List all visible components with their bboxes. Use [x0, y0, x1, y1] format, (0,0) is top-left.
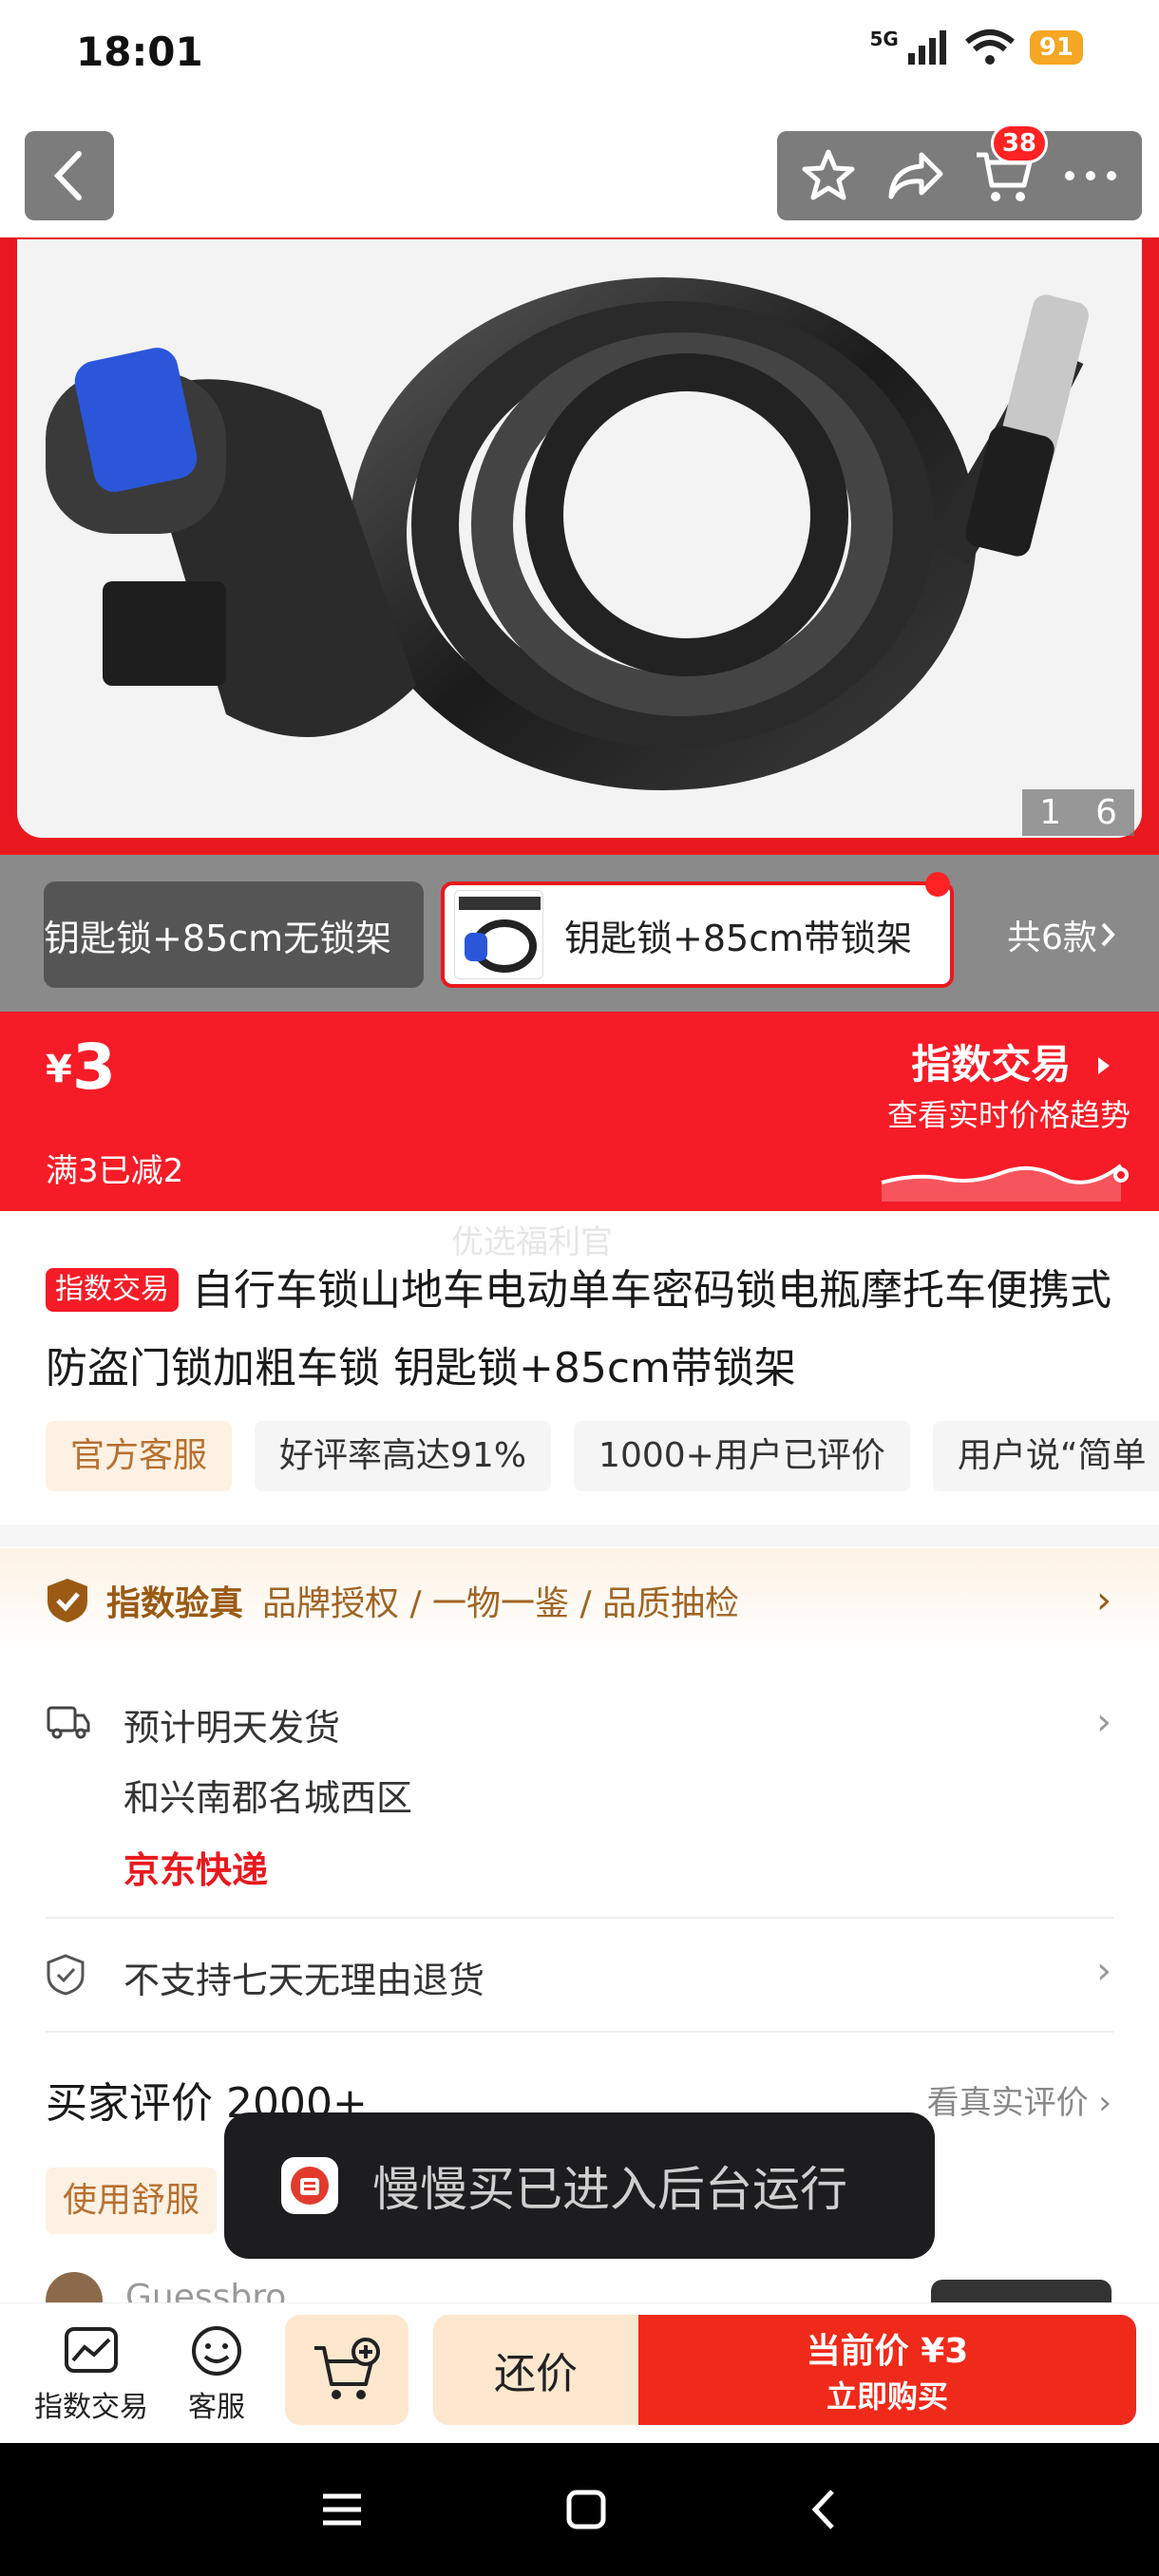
header-actions: 38	[777, 123, 1142, 220]
shipping-carrier: 京东快递	[124, 1849, 269, 1891]
truck-icon	[47, 1706, 90, 1739]
menu-icon[interactable]	[319, 2491, 365, 2529]
authenticity-row[interactable]: 指数验真 品牌授权 / 一物一鉴 / 品质抽检 ›	[0, 1548, 1159, 1653]
triangle-right-icon	[1098, 1057, 1110, 1074]
customer-service-label: 客服	[188, 2391, 245, 2424]
back-icon[interactable]	[808, 2488, 840, 2531]
price-banner: ¥ 3 满3已减2 指数交易 查看实时价格趋势	[0, 1012, 1159, 1211]
toast-text: 慢慢买已进入后台运行	[372, 2162, 847, 2217]
section-divider	[0, 1525, 1159, 1547]
product-image[interactable]	[17, 239, 1142, 838]
back-button[interactable]	[25, 131, 114, 220]
status-time: 18:01	[76, 28, 203, 75]
battery-indicator: 91	[1029, 30, 1083, 65]
shield-icon	[47, 1954, 85, 1996]
variant-more-label: 共6款	[1007, 919, 1097, 957]
bike-lock-image	[46, 277, 1089, 790]
index-trade-label: 指数交易	[34, 2391, 148, 2424]
product-image-gallery[interactable]: 1 6	[0, 237, 1159, 855]
variant-thumbnail-image	[459, 897, 541, 973]
highlight-chip[interactable]: 官方客服	[46, 1421, 233, 1491]
product-highlights: 官方客服 好评率高达91% 1000+用户已评价 用户说“简单	[46, 1421, 1159, 1491]
chevron-right-icon[interactable]: ›	[1096, 1949, 1112, 1993]
index-trade-tag: 指数交易	[46, 1268, 179, 1312]
image-counter-current: 1	[1022, 789, 1079, 836]
highlight-chip[interactable]: 用户说“简单	[932, 1421, 1159, 1491]
price-trend-link[interactable]: 查看实时价格趋势	[887, 1091, 1130, 1135]
more-icon	[1065, 171, 1116, 180]
authenticity-desc: 品牌授权 / 一物一鉴 / 品质抽检	[262, 1584, 740, 1623]
index-trade-link[interactable]: 指数交易	[911, 1032, 1113, 1090]
star-icon	[802, 149, 855, 200]
system-nav-bar	[0, 2443, 1159, 2576]
variant-option[interactable]: 钥匙锁+85cm无锁架	[44, 881, 424, 988]
product-title: 自行车锁山地车电动单车密码锁电瓶摩托车便携式防盗门锁加粗车锁 钥匙锁+85cm带…	[46, 1266, 1112, 1392]
index-trade-button[interactable]: 指数交易	[34, 2324, 148, 2425]
variant-option-selected[interactable]: 钥匙锁+85cm带锁架	[441, 872, 954, 988]
variant-thumbnail	[454, 890, 543, 979]
signal-icon	[907, 30, 946, 65]
app-logo-image	[291, 2167, 329, 2205]
price-trend-sparkline	[881, 1164, 1129, 1202]
highlight-chip[interactable]: 1000+用户已评价	[574, 1421, 910, 1491]
image-counter: 1 6	[1022, 789, 1134, 836]
cart-plus-icon	[314, 2338, 380, 2399]
share-button[interactable]	[881, 141, 951, 211]
chevron-right-icon[interactable]: ›	[1096, 1700, 1112, 1744]
variant-more-link[interactable]: 共6款	[1007, 881, 1118, 988]
buy-now-label: 立即购买	[826, 2378, 948, 2415]
wifi-icon	[964, 29, 1015, 65]
product-title-block: 指数交易 自行车锁山地车电动单车密码锁电瓶摩托车便携式防盗门锁加粗车锁 钥匙锁+8…	[46, 1252, 1129, 1408]
price-currency: ¥	[46, 1048, 72, 1091]
chevron-right-icon: ›	[1096, 1579, 1112, 1622]
app-logo-icon	[281, 2157, 338, 2214]
divider	[46, 1917, 1113, 1919]
shipping-address: 和兴南郡名城西区	[124, 1777, 413, 1819]
price-value: 3	[72, 1031, 116, 1104]
chevron-left-icon	[53, 151, 82, 200]
buy-now-button[interactable]: 当前价 ¥3 立即购买	[638, 2315, 1136, 2425]
favorite-button[interactable]	[793, 141, 864, 211]
view-reviews-label: 看真实评价	[926, 2084, 1089, 2122]
shield-check-icon	[48, 1579, 87, 1622]
view-reviews-link[interactable]: 看真实评价 ›	[927, 2076, 1112, 2123]
smile-icon	[192, 2326, 241, 2376]
bargain-button[interactable]: 还价	[433, 2315, 638, 2425]
status-icons: 5G 91	[869, 28, 1083, 66]
cart-count-badge: 38	[990, 123, 1048, 163]
authenticity-title: 指数验真	[106, 1584, 244, 1623]
variant-option-label: 钥匙锁+85cm带锁架	[564, 917, 913, 959]
index-trade-title: 指数交易	[911, 1041, 1072, 1088]
buy-now-price: 当前价 ¥3	[806, 2332, 969, 2371]
chart-icon	[65, 2327, 118, 2373]
shipping-estimate[interactable]: 预计明天发货	[124, 1698, 340, 1751]
network-label: 5G	[869, 28, 899, 50]
review-tag-chip[interactable]: 使用舒服	[46, 2168, 218, 2234]
customer-service-button[interactable]: 客服	[188, 2324, 245, 2425]
add-to-cart-button[interactable]	[285, 2315, 408, 2425]
home-icon[interactable]	[565, 2489, 607, 2530]
promo-text: 满3已减2	[46, 1152, 184, 1190]
cart-button[interactable]: 38	[968, 123, 1048, 211]
image-counter-total: 6	[1078, 789, 1134, 836]
more-button[interactable]	[1055, 141, 1126, 211]
highlight-chip[interactable]: 好评率高达91%	[255, 1421, 552, 1491]
chevron-right-icon	[1101, 922, 1115, 947]
chevron-right-icon: ›	[1098, 2084, 1112, 2122]
selected-dot	[925, 872, 950, 897]
variant-selector: 钥匙锁+85cm无锁架 钥匙锁+85cm带锁架 共6款	[0, 855, 1159, 1012]
toast-notification: 慢慢买已进入后台运行	[224, 2112, 935, 2259]
divider	[46, 2031, 1113, 2033]
status-bar: 18:01 5G 91	[0, 0, 1159, 114]
bottom-action-bar: 指数交易 客服 还价 当前价 ¥3 立即购买	[0, 2302, 1159, 2443]
share-icon	[888, 152, 943, 199]
return-policy[interactable]: 不支持七天无理由退货	[124, 1951, 484, 2003]
